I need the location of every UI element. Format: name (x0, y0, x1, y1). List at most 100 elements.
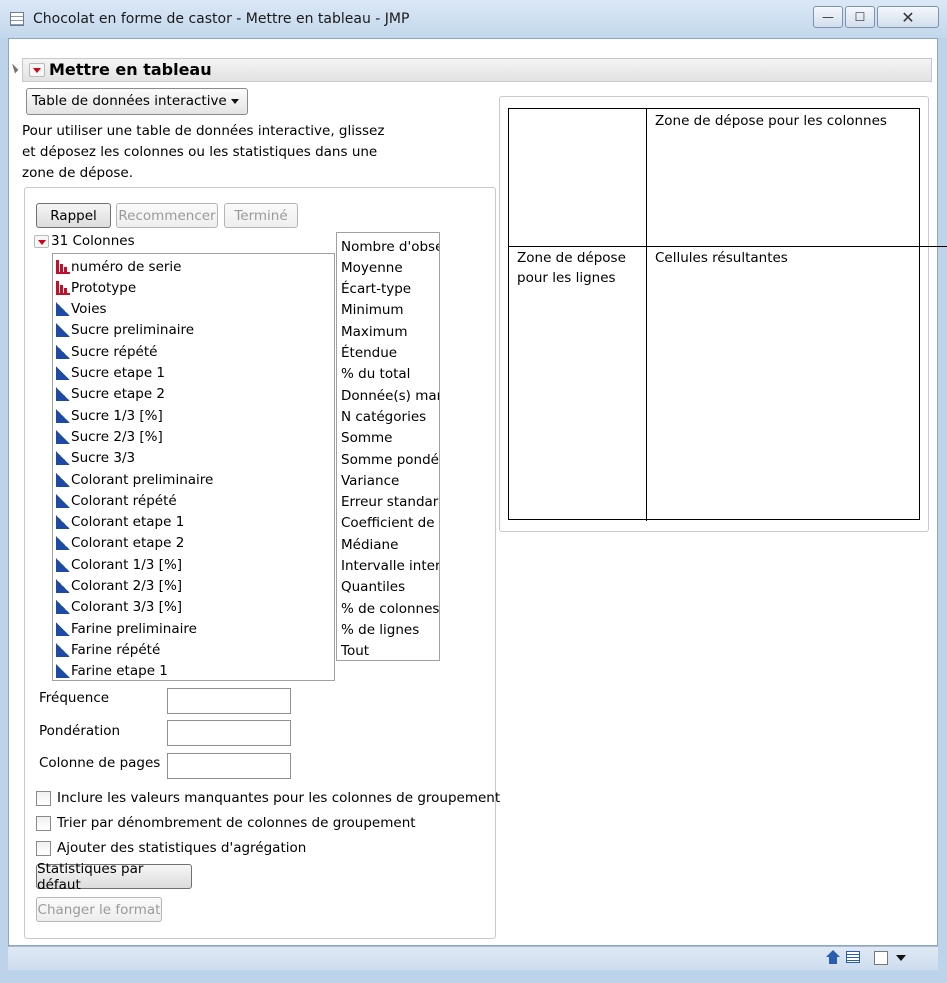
continuous-column-icon (56, 366, 70, 380)
statistic-list-item[interactable]: Maximum (341, 321, 408, 342)
statistic-list-item[interactable]: Variance (341, 470, 399, 491)
instructions-text: Pour utiliser une table de données inter… (22, 123, 385, 181)
column-list-item[interactable]: Colorant 1/3 [%] (56, 554, 182, 575)
statistic-list-item[interactable]: Quantiles (341, 577, 405, 598)
continuous-column-icon (56, 472, 70, 487)
statistic-list-item[interactable]: Intervalle inter (341, 556, 439, 577)
column-list-item[interactable]: Farine répété (56, 639, 160, 660)
column-list-item[interactable]: Colorant répété (56, 490, 177, 511)
column-name: Colorant preliminaire (71, 471, 214, 488)
column-list-item[interactable]: Sucre répété (56, 341, 157, 362)
column-list-item[interactable]: Colorant etape 2 (56, 533, 184, 554)
column-drop-zone[interactable]: Zone de dépose pour les colonnes (655, 111, 887, 131)
weight-drop-box[interactable] (167, 720, 291, 746)
continuous-column-icon (56, 323, 70, 338)
column-list-item[interactable]: Farine preliminaire (56, 618, 197, 639)
column-name: Farine etape 1 (71, 663, 168, 680)
columns-listbox[interactable]: Farine etape 1 Farine répété Farine prelim… (52, 253, 335, 681)
close-button[interactable]: ✕ (877, 6, 939, 28)
add-aggregate-label: Ajouter des statistiques d'agrégation (57, 840, 307, 856)
statistics-listbox[interactable]: Nombre d'obse Moyenne Écart-type Minimum Max… (336, 232, 440, 661)
statistic-list-item[interactable]: Somme pondé (341, 449, 439, 470)
column-list-item[interactable]: Voies (56, 299, 107, 320)
sort-by-count-label: Trier par dénombrement de colonnes de gr… (57, 815, 416, 831)
drop-zone-table[interactable] (508, 108, 947, 521)
column-name: Farine répété (71, 641, 161, 658)
columns-red-triangle-icon[interactable] (34, 235, 49, 248)
statistic-list-item[interactable]: Nombre d'obse (341, 236, 439, 257)
statistic-list-item[interactable]: Somme (341, 428, 392, 449)
done-button[interactable]: Terminé (224, 203, 298, 228)
column-name: Colorant 3/3 [%] (71, 599, 183, 616)
statistic-list-item[interactable]: Erreur standard (341, 492, 439, 513)
statistic-list-item[interactable]: % de colonnes (341, 598, 439, 619)
column-list-item[interactable]: Colorant preliminaire (56, 469, 213, 490)
column-name: Colorant 1/3 [%] (71, 556, 183, 573)
row-drop-zone[interactable]: Zone de dépose pour les lignes (517, 248, 626, 288)
column-list-item[interactable]: Colorant etape 1 (56, 512, 184, 533)
default-statistics-button[interactable]: Statistiques par défaut (36, 861, 192, 893)
statistic-list-item[interactable]: Minimum (341, 300, 404, 321)
weight-label: Pondération (39, 723, 121, 739)
page-column-drop-box[interactable] (167, 753, 291, 779)
column-list-item[interactable]: Sucre etape 1 (56, 363, 165, 384)
column-list-item[interactable]: Sucre 1/3 [%] (56, 405, 163, 426)
nominal-column-icon (56, 259, 70, 274)
column-name: Sucre etape 1 (71, 365, 166, 381)
continuous-column-icon (56, 493, 70, 508)
frequency-drop-box[interactable] (167, 688, 291, 714)
column-name: Colorant etape 1 (71, 514, 185, 531)
page-column-label: Colonne de pages (39, 755, 161, 771)
statistic-list-item[interactable]: Médiane (341, 534, 398, 555)
continuous-column-icon (56, 579, 70, 593)
minimize-button[interactable]: — (813, 6, 843, 28)
recall-button[interactable]: Rappel (36, 203, 111, 228)
statistic-list-item[interactable]: Écart-type (341, 279, 411, 300)
change-format-button[interactable]: Changer le format (36, 897, 162, 922)
column-name: Colorant répété (71, 492, 177, 509)
column-list-item[interactable]: Farine etape 1 (56, 661, 168, 680)
statistic-list-item[interactable]: Tout (341, 641, 369, 660)
column-name: Sucre preliminaire (71, 322, 195, 339)
divider-horizontal (509, 246, 947, 247)
nominal-column-icon (56, 280, 70, 295)
data-table-icon[interactable] (846, 951, 860, 963)
add-aggregate-checkbox[interactable] (36, 841, 51, 856)
mode-select[interactable]: Table de données interactive (26, 88, 248, 115)
statistic-list-item[interactable]: Donnée(s) mar (341, 385, 439, 406)
column-list-item[interactable]: Colorant 3/3 [%] (56, 597, 182, 618)
status-checkbox-icon[interactable] (874, 951, 888, 965)
continuous-column-icon (56, 600, 70, 615)
column-list-item[interactable]: Prototype (56, 277, 136, 298)
continuous-column-icon (56, 344, 70, 359)
column-name: Voies (71, 301, 107, 318)
statistic-list-item[interactable]: Coefficient de v (341, 513, 439, 534)
column-list-item[interactable]: Sucre etape 2 (56, 384, 165, 405)
status-bar (8, 946, 938, 970)
result-cells-zone[interactable]: Cellules résultantes (655, 248, 788, 268)
divider-vertical (646, 109, 647, 521)
columns-count-label: 31 Colonnes (51, 233, 135, 249)
statistic-list-item[interactable]: N catégories (341, 406, 426, 427)
continuous-column-icon (56, 429, 70, 444)
home-icon[interactable] (826, 950, 840, 964)
status-menu-chevron-icon[interactable] (896, 955, 906, 961)
column-list-item[interactable]: numéro de serie (56, 256, 182, 277)
statistic-list-item[interactable]: Étendue (341, 343, 397, 364)
maximize-button[interactable]: ☐ (845, 6, 875, 28)
column-name: Colorant etape 2 (71, 535, 185, 552)
sort-by-count-checkbox[interactable] (36, 816, 51, 831)
redo-button[interactable]: Recommencer (116, 203, 218, 228)
column-name: Sucre etape 2 (71, 386, 166, 403)
include-missing-checkbox[interactable] (36, 791, 51, 806)
column-list-item[interactable]: Colorant 2/3 [%] (56, 576, 182, 597)
continuous-column-icon (56, 642, 70, 657)
column-list-item[interactable]: Sucre 2/3 [%] (56, 426, 163, 447)
statistic-list-item[interactable]: % du total (341, 364, 410, 385)
statistic-list-item[interactable]: Moyenne (341, 257, 403, 278)
column-list-item[interactable]: Sucre 3/3 (56, 448, 135, 469)
column-name: Sucre 2/3 [%] (71, 428, 163, 445)
red-triangle-menu-icon[interactable] (29, 63, 45, 77)
column-list-item[interactable]: Sucre preliminaire (56, 320, 194, 341)
statistic-list-item[interactable]: % de lignes (341, 619, 419, 640)
